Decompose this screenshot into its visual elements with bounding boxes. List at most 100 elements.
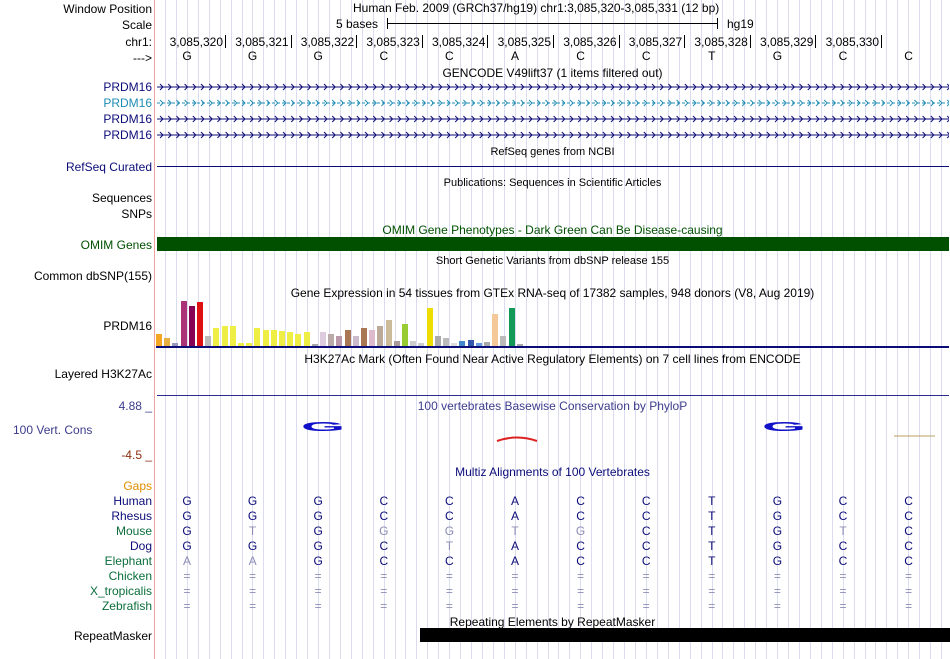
gtex-tissue-bar[interactable] (492, 314, 499, 346)
multiz-gaps-label[interactable]: Gaps (123, 479, 152, 493)
base-letter[interactable]: G (308, 49, 328, 63)
base-letter[interactable]: G (243, 49, 263, 63)
multiz-base: = (839, 569, 847, 583)
h3k27ac-track-label[interactable]: Layered H3K27Ac (55, 367, 152, 381)
gtex-tissue-bar[interactable] (443, 338, 449, 346)
scale-label[interactable]: Scale (122, 18, 152, 32)
base-letter[interactable]: C (636, 49, 656, 63)
gtex-tissue-bar[interactable] (229, 326, 236, 346)
repeatmasker-track-title[interactable]: Repeating Elements by RepeatMasker (155, 615, 950, 629)
gtex-tissue-bar[interactable] (156, 334, 162, 346)
gtex-tissue-bar[interactable] (262, 330, 269, 346)
gtex-tissue-bar[interactable] (361, 328, 367, 346)
repeatmasker-track-label[interactable]: RepeatMasker (74, 629, 152, 643)
gtex-track-label[interactable]: PRDM16 (103, 319, 152, 333)
gtex-tissue-bar[interactable] (221, 326, 228, 346)
gencode-transcript-line[interactable] (157, 130, 949, 140)
multiz-track-title[interactable]: Multiz Alignments of 100 Vertebrates (155, 465, 950, 479)
base-letter[interactable]: T (702, 49, 722, 63)
gtex-tissue-bar[interactable] (508, 308, 515, 346)
gencode-item-label[interactable]: PRDM16 (103, 80, 152, 94)
refseq-track-title[interactable]: RefSeq genes from NCBI (155, 146, 950, 158)
gencode-transcript-line[interactable] (157, 82, 949, 92)
gtex-tissue-bar[interactable] (287, 332, 294, 346)
gtex-tissue-bar[interactable] (188, 306, 195, 346)
multiz-species-label[interactable]: Chicken (109, 569, 152, 583)
gtex-track-title[interactable]: Gene Expression in 54 tissues from GTEx … (155, 286, 950, 300)
pubs-label-sequences[interactable]: Sequences (92, 191, 152, 205)
gencode-item-label[interactable]: PRDM16 (103, 112, 152, 126)
dbsnp-track-label[interactable]: Common dbSNP(155) (34, 269, 152, 283)
base-letter[interactable]: G (177, 49, 197, 63)
multiz-species-label[interactable]: Mouse (116, 524, 152, 538)
multiz-base: = (314, 569, 322, 583)
omim-feature-bar[interactable] (157, 237, 949, 251)
window-position-label[interactable]: Window Position (63, 2, 152, 16)
multiz-base: G (444, 524, 455, 538)
ruler-tick (290, 35, 292, 48)
gtex-tissue-bar[interactable] (279, 331, 285, 346)
base-letter[interactable]: C (571, 49, 591, 63)
multiz-base: T (708, 539, 716, 553)
gtex-tissue-bar[interactable] (197, 302, 203, 346)
multiz-species-label[interactable]: Zebrafish (102, 599, 152, 613)
gtex-tissue-bar[interactable] (426, 308, 433, 346)
gencode-transcript-line[interactable] (157, 98, 949, 108)
gtex-tissue-bar[interactable] (377, 326, 384, 346)
multiz-species-label[interactable]: Human (113, 494, 152, 508)
base-letter[interactable]: C (374, 49, 394, 63)
gtex-tissue-bar[interactable] (205, 336, 212, 346)
gtex-tissue-bar[interactable] (336, 336, 343, 346)
base-letter[interactable]: C (439, 49, 459, 63)
h3k27ac-track-title[interactable]: H3K27Ac Mark (Often Found Near Active Re… (155, 352, 950, 366)
repeatmasker-feature-bar[interactable] (420, 628, 950, 642)
ruler-tick (225, 35, 226, 48)
gtex-tissue-bar[interactable] (500, 336, 507, 346)
base-letter[interactable]: C (833, 49, 853, 63)
ruler-position: 3,085,327 (628, 35, 683, 49)
multiz-species-label[interactable]: Dog (130, 539, 152, 553)
gencode-item-label[interactable]: PRDM16 (103, 128, 152, 142)
refseq-line[interactable] (157, 166, 949, 167)
refseq-track-label[interactable]: RefSeq Curated (66, 160, 152, 174)
gtex-tissue-bar[interactable] (320, 332, 326, 346)
gtex-tissue-bar[interactable] (344, 330, 351, 346)
gtex-bar-chart[interactable] (156, 300, 556, 346)
base-letter[interactable]: A (505, 49, 525, 63)
gtex-tissue-bar[interactable] (369, 330, 376, 346)
scale-text: 5 bases (336, 17, 379, 31)
multiz-species-label[interactable]: Elephant (105, 554, 152, 568)
gtex-tissue-bar[interactable] (434, 336, 441, 346)
omim-track-label[interactable]: OMIM Genes (81, 238, 152, 252)
base-letter[interactable]: G (767, 49, 787, 63)
dbsnp-track-title[interactable]: Short Genetic Variants from dbSNP releas… (155, 255, 950, 267)
gtex-tissue-bar[interactable] (352, 336, 359, 346)
gtex-tissue-bar[interactable] (328, 334, 335, 346)
multiz-base: G (313, 554, 323, 568)
multiz-base: G (182, 539, 192, 553)
gtex-tissue-bar[interactable] (303, 332, 310, 346)
pubs-track-title[interactable]: Publications: Sequences in Scientific Ar… (155, 177, 950, 189)
multiz-base: C (445, 509, 454, 523)
conservation-logo-plot[interactable]: G G (155, 420, 950, 450)
gencode-item-label[interactable]: PRDM16 (103, 96, 152, 110)
conservation-track-label[interactable]: 100 Vert. Cons (13, 423, 92, 437)
gtex-tissue-bar[interactable] (402, 324, 408, 346)
gtex-tissue-bar[interactable] (295, 334, 302, 346)
gtex-tissue-bar[interactable] (385, 320, 392, 346)
gtex-tissue-bar[interactable] (254, 328, 261, 346)
gtex-tissue-bar[interactable] (270, 330, 277, 346)
multiz-base: C (641, 524, 651, 538)
gtex-tissue-bar[interactable] (164, 338, 171, 346)
gencode-track-title[interactable]: GENCODE V49lift37 (1 items filtered out) (155, 66, 950, 80)
chrom-label[interactable]: chr1: (125, 35, 152, 49)
gencode-transcript-line[interactable] (157, 114, 949, 124)
pubs-label-snps[interactable]: SNPs (121, 207, 152, 221)
multiz-species-label[interactable]: Rhesus (111, 509, 152, 523)
gtex-tissue-bar[interactable] (180, 301, 187, 346)
omim-track-title[interactable]: OMIM Gene Phenotypes - Dark Green Can Be… (155, 223, 950, 237)
gtex-tissue-bar[interactable] (213, 328, 220, 346)
conservation-track-title[interactable]: 100 vertebrates Basewise Conservation by… (155, 399, 950, 413)
multiz-species-label[interactable]: X_tropicalis (90, 584, 152, 598)
base-letter[interactable]: C (899, 49, 919, 63)
